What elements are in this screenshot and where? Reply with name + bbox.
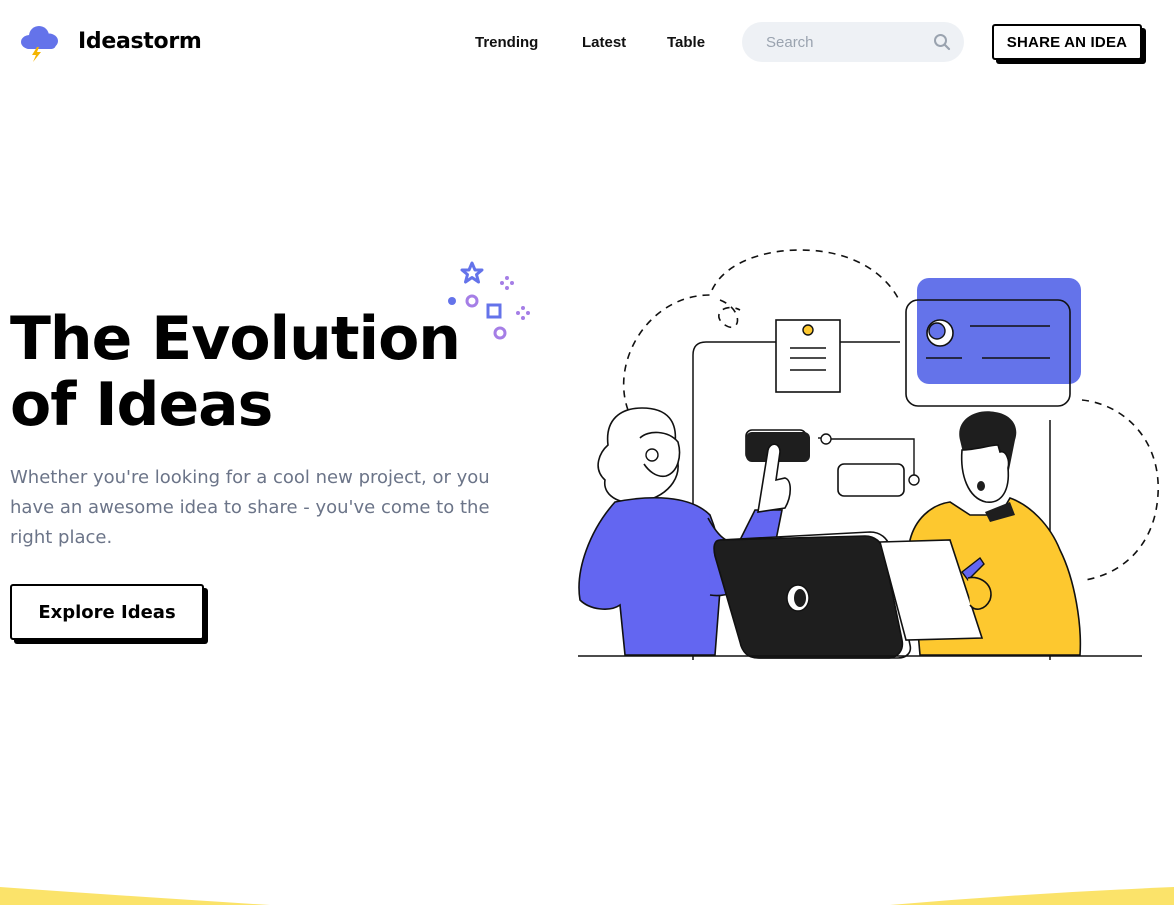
- hero-title-line-2: of Ideas: [10, 370, 273, 440]
- landing-page: Ideastorm Trending Latest Table SHARE AN…: [0, 0, 1174, 905]
- nav-trending[interactable]: Trending: [475, 33, 538, 53]
- nav-table[interactable]: Table: [667, 33, 705, 53]
- collaboration-illustration: [578, 249, 1159, 660]
- search-box: [742, 22, 964, 62]
- hero-subtitle: Whether you're looking for a cool new pr…: [10, 467, 490, 548]
- brand-name: Ideastorm: [78, 29, 202, 54]
- share-idea-button[interactable]: SHARE AN IDEA: [992, 24, 1142, 60]
- nav-latest[interactable]: Latest: [582, 33, 626, 53]
- hero-title: The Evolution of Ideas: [10, 306, 530, 438]
- search-icon[interactable]: [933, 33, 951, 51]
- search-input[interactable]: [742, 22, 936, 62]
- footer-wave-decoration: [0, 887, 1174, 905]
- cloud-lightning-icon: [21, 26, 58, 62]
- hero-title-line-1: The Evolution: [10, 304, 461, 374]
- brand-logo-link[interactable]: Ideastorm: [18, 22, 202, 62]
- explore-ideas-button[interactable]: Explore Ideas: [10, 584, 204, 640]
- site-header: Ideastorm Trending Latest Table SHARE AN…: [0, 0, 1174, 86]
